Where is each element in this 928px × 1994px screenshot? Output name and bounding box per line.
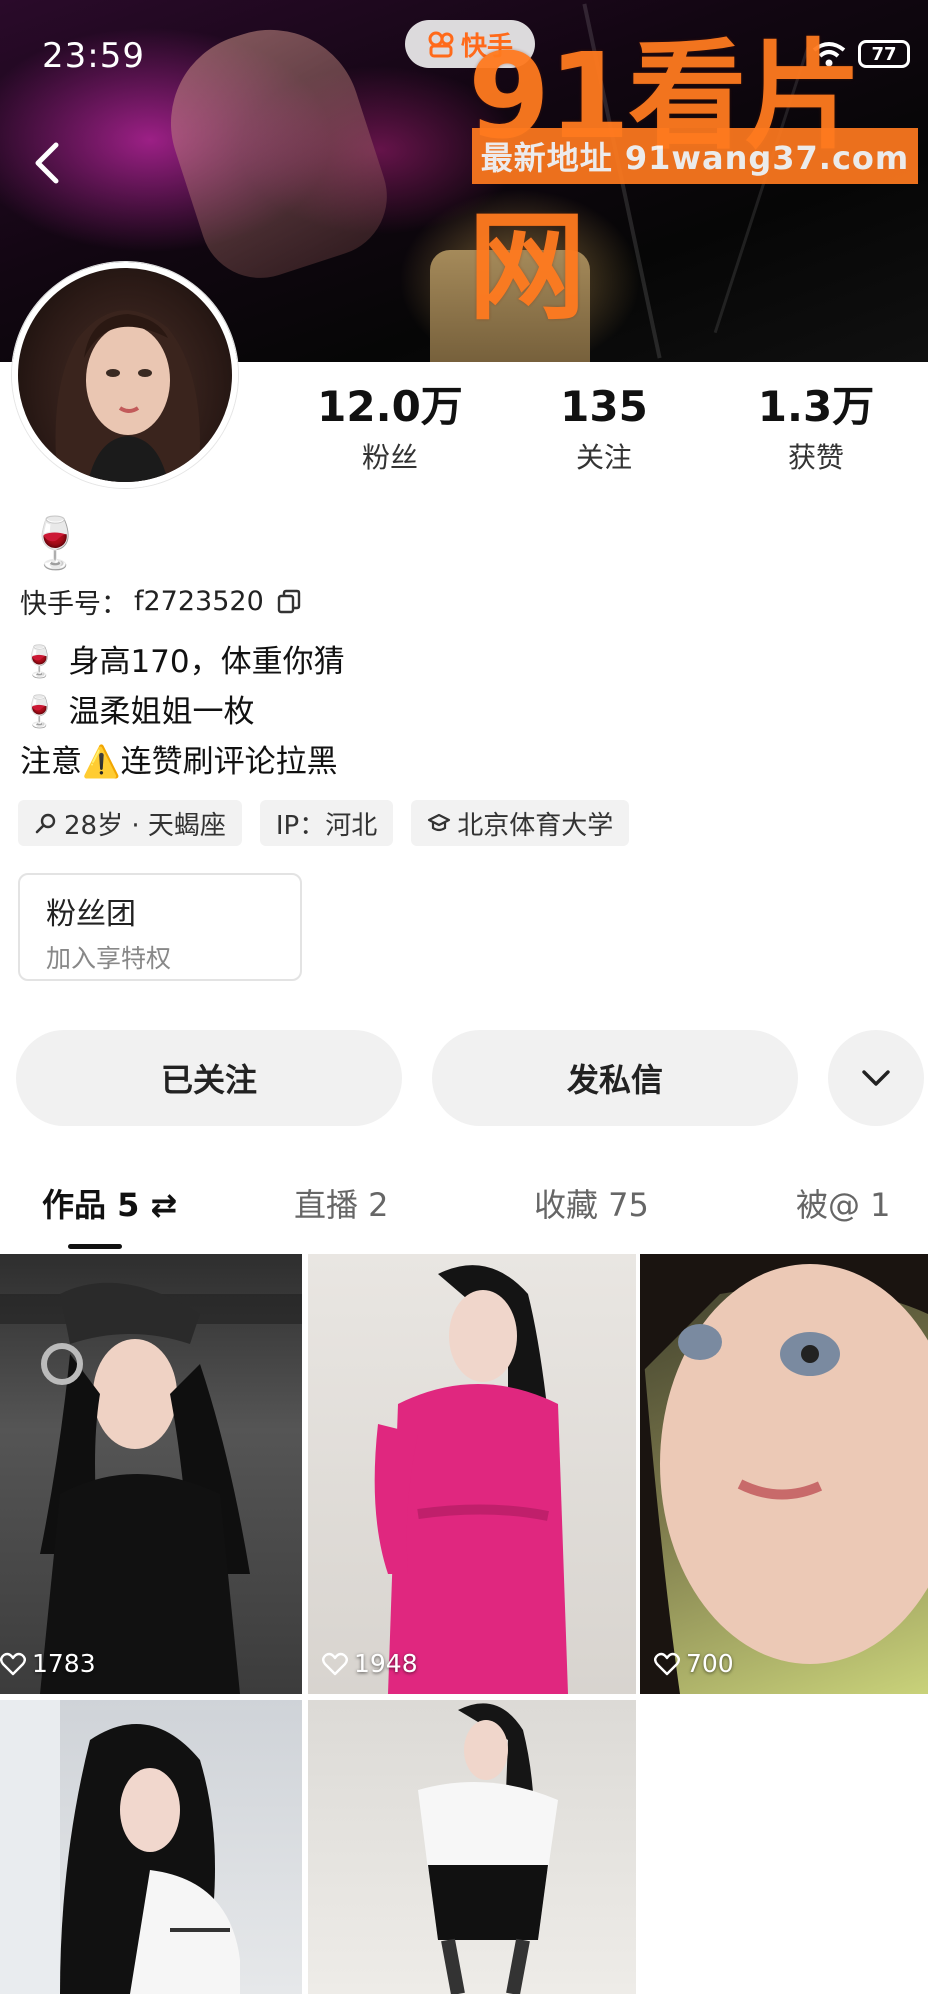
stat-label: 获赞 (787, 441, 844, 474)
stat-value: 12.0万 (317, 382, 463, 431)
followed-button-label: 已关注 (160, 1061, 257, 1099)
video-thumbnail[interactable] (0, 1700, 302, 1994)
stat-value: 135 (560, 382, 648, 431)
video-thumbnail[interactable] (308, 1700, 636, 1994)
stat-followers[interactable]: 12.0万 粉丝 (290, 382, 490, 476)
video-likes-count: 700 (686, 1649, 734, 1678)
kuaishou-id-label: 快手号： (20, 589, 128, 620)
tag-ip: IP：河北 (259, 800, 394, 846)
video-thumbnail[interactable]: 1783 (0, 1254, 302, 1694)
avatar-portrait (55, 310, 200, 482)
cover-hand (147, 6, 403, 294)
tab-works[interactable]: 作品 5 ⇄ (42, 1180, 177, 1226)
stat-label: 粉丝 (361, 441, 418, 474)
video-likes-count: 1948 (354, 1649, 418, 1678)
fanclub-subtitle: 加入享特权 (46, 944, 172, 973)
tab-mentions[interactable]: 被@ 1 (796, 1180, 891, 1226)
expand-button[interactable] (828, 1030, 924, 1126)
tag-label: 北京体育大学 (457, 810, 614, 841)
thumbnail-figure (374, 1265, 568, 1694)
back-arrow-icon[interactable] (26, 135, 70, 191)
heart-icon (322, 1652, 348, 1675)
tag-school[interactable]: 北京体育大学 (411, 800, 630, 846)
chevron-down-icon (862, 1070, 890, 1086)
kuaishou-id-value: f2723520 (134, 586, 264, 617)
fanclub-title: 粉丝团 (46, 897, 136, 932)
kuaishou-logo-icon (428, 31, 454, 58)
tag-label: 28岁 · 天蝎座 (64, 810, 226, 841)
thumbnail-figure (418, 1703, 558, 1994)
bio-line: 🍷 身高170，体重你猜 (20, 644, 345, 680)
message-button[interactable]: 发私信 (432, 1030, 798, 1126)
tag-age: 28岁 · 天蝎座 (18, 800, 242, 846)
heart-icon (654, 1652, 680, 1675)
stat-likes[interactable]: 1.3万 获赞 (716, 382, 916, 476)
tab-indicator (68, 1244, 122, 1249)
bio-line: 🍷 温柔姐姐一枚 (20, 694, 255, 730)
tag-label: IP：河北 (275, 810, 378, 841)
stat-value: 1.3万 (757, 382, 875, 431)
video-thumbnail[interactable]: 700 (640, 1254, 928, 1694)
copy-icon[interactable] (276, 589, 302, 615)
followed-button[interactable]: 已关注 (16, 1030, 402, 1126)
video-likes: 1783 (0, 1649, 96, 1678)
profile-tags: 28岁 · 天蝎座 IP：河北 北京体育大学 (18, 800, 630, 846)
graduation-cap-icon (428, 813, 451, 832)
stat-label: 关注 (575, 441, 632, 474)
tab-live[interactable]: 直播 2 (294, 1180, 389, 1226)
search-person-icon (35, 813, 56, 834)
bio-line: 注意⚠️连赞刷评论拉黑 (20, 744, 338, 780)
stat-following[interactable]: 135 关注 (504, 382, 704, 476)
video-likes-count: 1783 (32, 1649, 96, 1678)
thumbnail-figure (640, 1254, 928, 1694)
heart-icon (0, 1652, 26, 1675)
profile-name: 🍷 (24, 514, 87, 572)
fanclub-card[interactable]: 粉丝团 加入享特权 (18, 873, 302, 981)
avatar[interactable] (12, 262, 238, 488)
message-button-label: 发私信 (566, 1061, 663, 1099)
video-likes: 1948 (322, 1649, 418, 1678)
watermark-url: 最新地址 91wang37.com (472, 128, 918, 184)
kuaishou-id: 快手号： f2723520 (20, 582, 302, 621)
thumbnail-figure (0, 1700, 240, 1994)
video-likes: 700 (654, 1649, 734, 1678)
tab-favorites[interactable]: 收藏 75 (534, 1180, 649, 1226)
thumbnail-figure (0, 1282, 302, 1694)
status-time: 23:59 (42, 36, 145, 76)
video-thumbnail[interactable]: 1948 (308, 1254, 636, 1694)
